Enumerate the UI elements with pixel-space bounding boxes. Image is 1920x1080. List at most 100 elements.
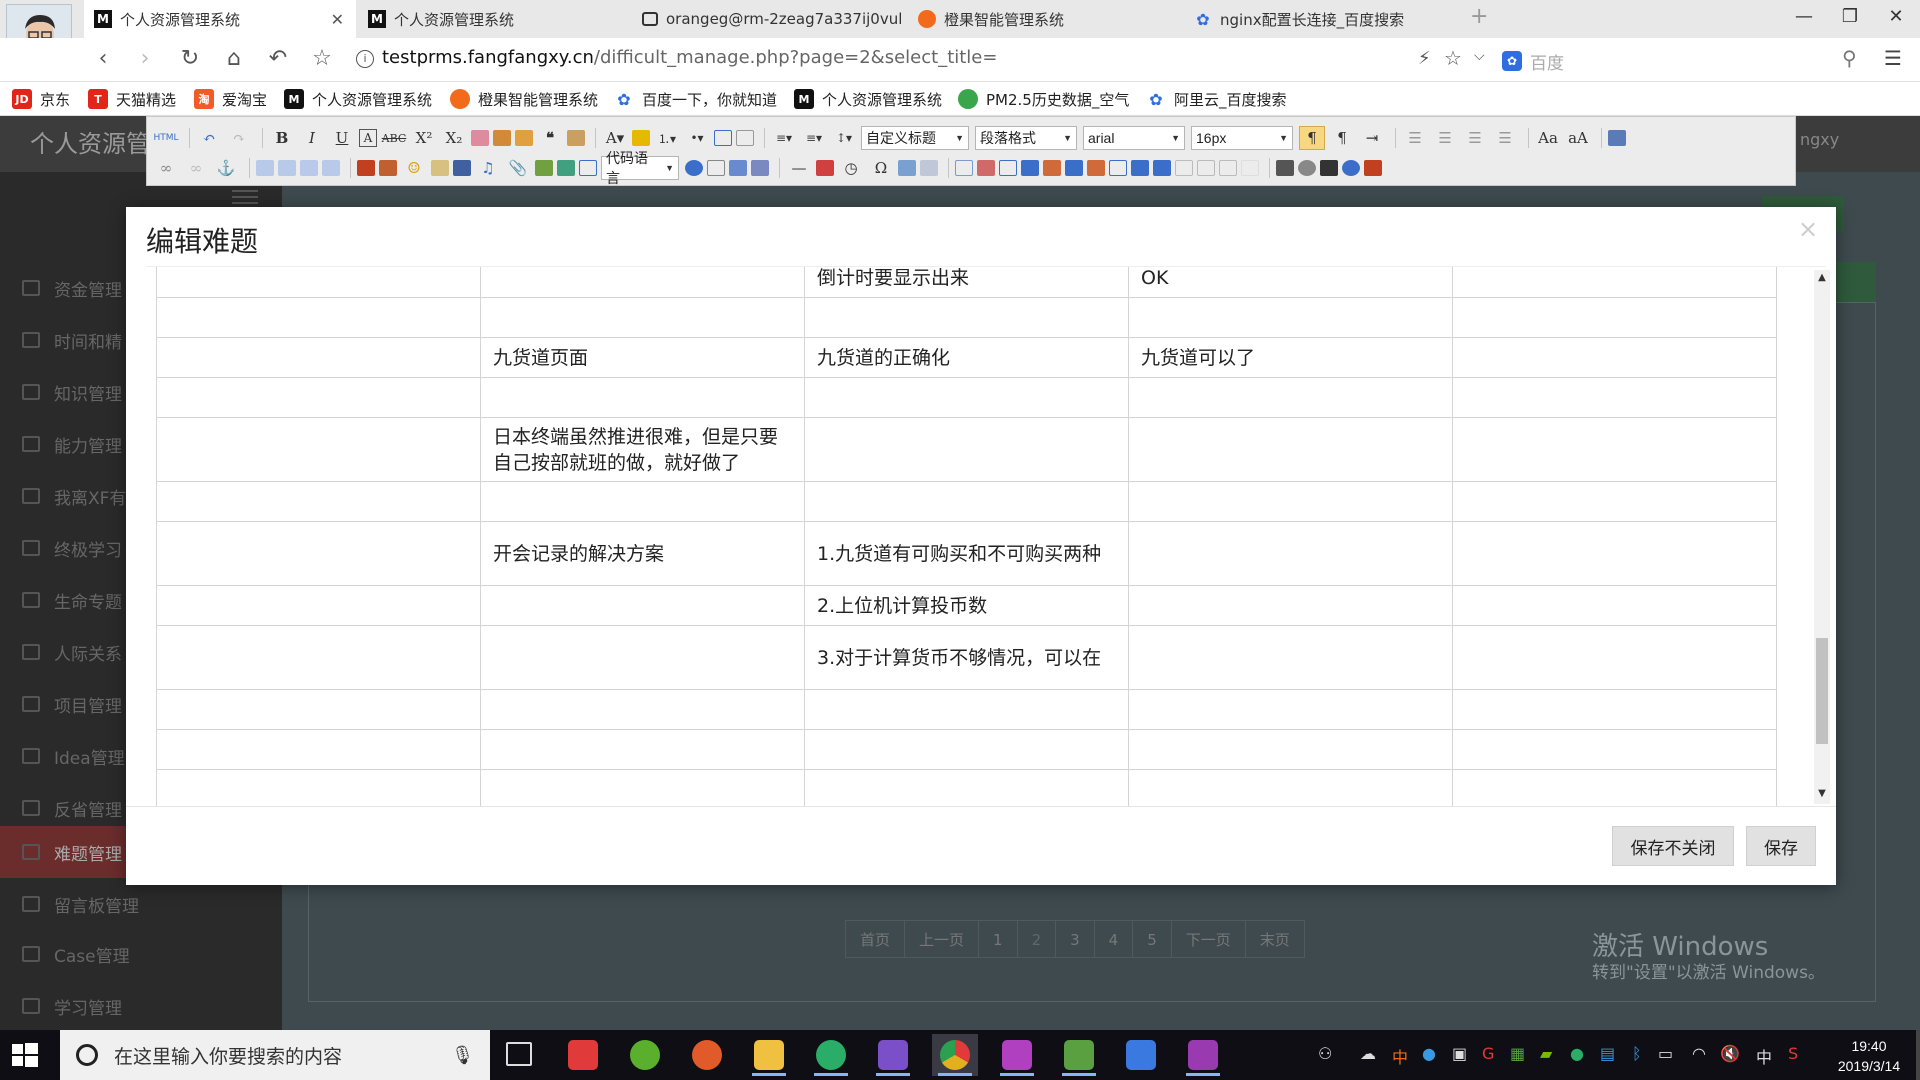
table-cell[interactable]	[1452, 521, 1777, 586]
task-view-icon[interactable]	[506, 1042, 532, 1066]
taskbar-app[interactable]	[684, 1034, 730, 1076]
table-cell[interactable]: 1.九货道有可购买和不可购买两种	[804, 521, 1129, 586]
undo-icon[interactable]: ↶	[196, 126, 222, 150]
merge-cells-icon[interactable]	[1109, 160, 1127, 176]
forward-icon[interactable]: ›	[130, 46, 160, 71]
table-cell[interactable]	[1128, 585, 1453, 626]
find-replace-icon[interactable]	[1320, 160, 1338, 176]
align-left-icon[interactable]: ☰	[1402, 126, 1428, 150]
bookmark-item[interactable]: M 个人资源管理系统	[284, 86, 432, 112]
rtl-direction-icon[interactable]: ¶	[1329, 126, 1355, 150]
table-cell[interactable]	[804, 481, 1129, 522]
align-justify-icon[interactable]: ☰	[1492, 126, 1518, 150]
underline-icon[interactable]: U	[329, 126, 355, 150]
page-break-icon[interactable]	[707, 160, 725, 176]
cloud-icon[interactable]: ☁	[1360, 1044, 1376, 1063]
taskbar-app[interactable]	[932, 1034, 978, 1076]
insert-video-icon[interactable]	[453, 160, 471, 176]
table-cell[interactable]	[156, 417, 481, 482]
taskbar-app[interactable]	[1056, 1034, 1102, 1076]
anchor-icon[interactable]: ⚓	[213, 156, 239, 180]
sidebar-item[interactable]: 留言板管理	[0, 878, 282, 930]
help-icon[interactable]	[1342, 160, 1360, 176]
word-image-icon[interactable]	[920, 160, 938, 176]
split-rows-icon[interactable]	[1197, 160, 1215, 176]
auto-format-icon[interactable]	[515, 130, 533, 146]
table-cell[interactable]	[804, 377, 1129, 418]
bluetooth-icon[interactable]: ᛒ	[1632, 1044, 1642, 1063]
template-icon[interactable]	[729, 160, 747, 176]
restore-icon[interactable]: ❐	[1830, 6, 1870, 27]
page-prev[interactable]: 上一页	[905, 921, 980, 957]
ordered-list-icon[interactable]: ⒈▾	[654, 126, 680, 150]
table-cell[interactable]	[1452, 481, 1777, 522]
map-icon[interactable]	[535, 160, 553, 176]
unordered-list-icon[interactable]: •▾	[684, 126, 710, 150]
background-icon[interactable]	[751, 160, 769, 176]
table-cell[interactable]: 九货道可以了	[1128, 337, 1453, 378]
bookmark-item[interactable]: PM2.5历史数据_空气	[958, 86, 1129, 112]
scroll-down-arrow-icon[interactable]: ▼	[1814, 788, 1830, 799]
sidebar-item[interactable]: Case管理	[0, 928, 282, 980]
monitor-tray-icon[interactable]: ▦	[1510, 1044, 1525, 1063]
time-icon[interactable]: ◷	[838, 156, 864, 180]
table-cell[interactable]	[156, 521, 481, 586]
image-center-icon[interactable]	[322, 160, 340, 176]
app-user-name[interactable]: ngxy	[1800, 130, 1839, 149]
heading-select[interactable]: 自定义标题 ▼	[861, 126, 969, 150]
bold-icon[interactable]: B	[269, 126, 295, 150]
table-cell[interactable]	[480, 297, 805, 338]
sidebar-item[interactable]: 学习管理	[0, 980, 282, 1032]
back-icon[interactable]: ‹	[88, 46, 118, 71]
bookmark-item[interactable]: M 个人资源管理系统	[794, 86, 942, 112]
superscript-icon[interactable]: X²	[411, 126, 437, 150]
show-desktop-button[interactable]	[1916, 1030, 1920, 1080]
uppercase-icon[interactable]: Aa	[1535, 126, 1561, 150]
table-cell[interactable]	[1128, 377, 1453, 418]
font-border-icon[interactable]: A	[359, 129, 377, 147]
taskbar-app[interactable]	[870, 1034, 916, 1076]
music-icon[interactable]: ♫	[475, 156, 501, 180]
nvidia-icon[interactable]: ▰	[1540, 1044, 1552, 1063]
table-cell[interactable]	[480, 585, 805, 626]
align-center-icon[interactable]: ☰	[1432, 126, 1458, 150]
lowercase-icon[interactable]: aA	[1565, 126, 1591, 150]
table-cell[interactable]	[156, 769, 481, 806]
emotion-icon[interactable]: ☺	[401, 156, 427, 180]
taskbar-app[interactable]	[746, 1034, 792, 1076]
insert-row-icon[interactable]	[1021, 160, 1039, 176]
paste-plain-icon[interactable]	[567, 130, 585, 146]
split-cells-icon[interactable]	[1175, 160, 1193, 176]
system-clock[interactable]: 19:40 2019/3/14	[1826, 1036, 1912, 1076]
paragraph-select[interactable]: 段落格式 ▼	[975, 126, 1077, 150]
browser-tab[interactable]: ✿ nginx配置长连接_百度搜索	[1184, 0, 1454, 38]
table-cell[interactable]	[1452, 689, 1777, 730]
volume-muted-icon[interactable]: 🔇	[1720, 1044, 1740, 1063]
table-cell[interactable]	[1452, 267, 1777, 298]
sogou-ime-icon[interactable]: 中	[1392, 1044, 1408, 1068]
table-cell[interactable]	[480, 481, 805, 522]
browser-tab[interactable]: M 个人资源管理系统	[358, 0, 628, 38]
table-cell[interactable]	[1452, 297, 1777, 338]
zoom-preview-icon[interactable]	[1298, 160, 1316, 176]
ime-indicator[interactable]: 中	[1756, 1044, 1772, 1068]
table-cell[interactable]	[156, 481, 481, 522]
editor-content-area[interactable]: 倒计时要显示出来 OK 九货道页面 九货道的正确化 九货道可以了 日本终端虽然推进很难，但…	[146, 266, 1826, 806]
insert-image-icon[interactable]	[379, 160, 397, 176]
close-tab-icon[interactable]: ✕	[331, 10, 344, 29]
table-cell[interactable]: 3.对于计算货币不够情况，可以在	[804, 625, 1129, 690]
taskbar-app[interactable]	[560, 1034, 606, 1076]
delete-table-icon[interactable]	[977, 160, 995, 176]
table-cell[interactable]	[156, 689, 481, 730]
clear-doc-icon[interactable]	[736, 130, 754, 146]
table-cell[interactable]	[480, 377, 805, 418]
table-cell[interactable]	[156, 297, 481, 338]
bookmark-item[interactable]: 橙果智能管理系统	[450, 86, 598, 112]
redo-icon[interactable]: ↷	[226, 126, 252, 150]
table-cell[interactable]	[1452, 769, 1777, 806]
date-icon[interactable]	[816, 160, 834, 176]
link-icon[interactable]: ∞	[153, 156, 179, 180]
table-cell[interactable]	[804, 689, 1129, 730]
table-cell[interactable]	[480, 769, 805, 806]
chevron-down-icon[interactable]: ⌵	[1474, 48, 1485, 64]
